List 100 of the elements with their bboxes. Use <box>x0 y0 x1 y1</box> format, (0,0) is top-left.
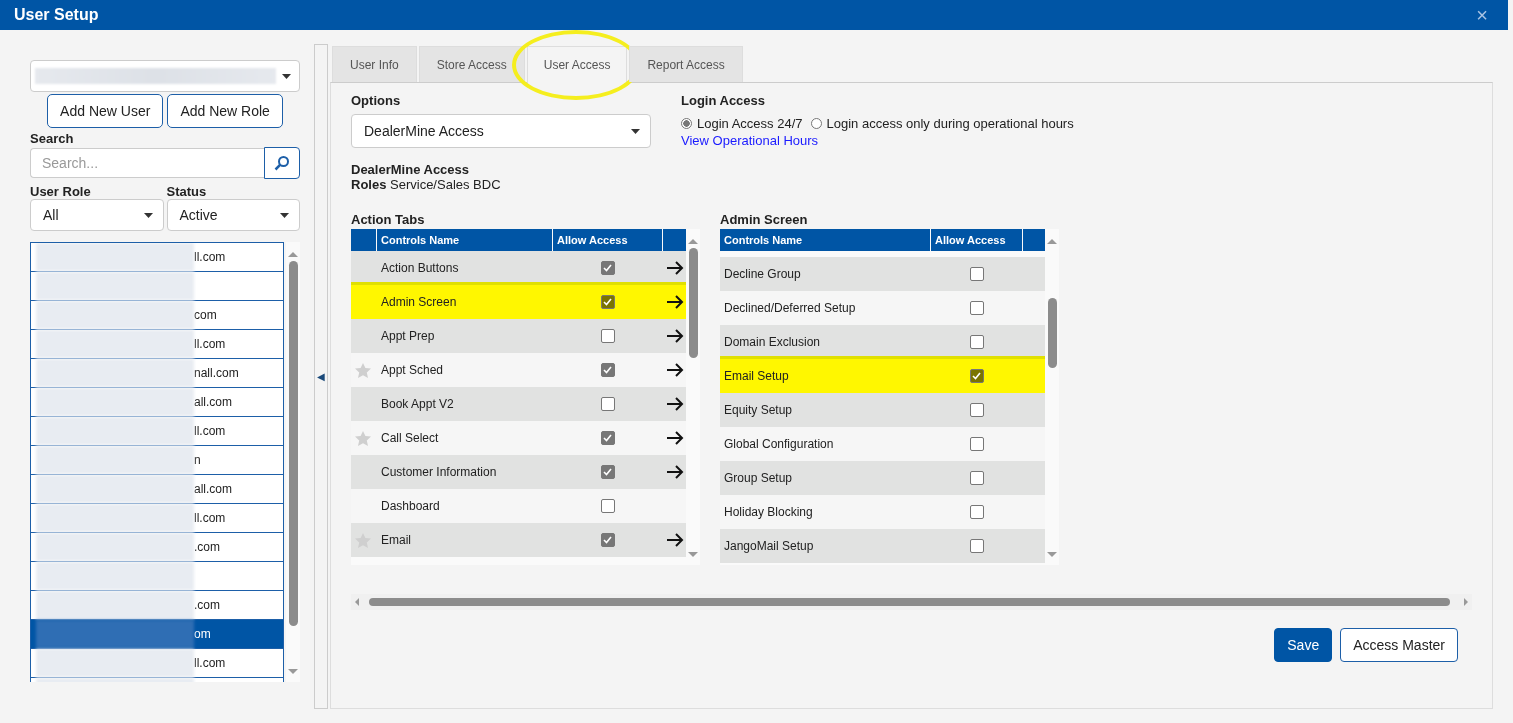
arrow-right-icon[interactable] <box>666 465 684 479</box>
arrow-right-icon[interactable] <box>666 533 684 547</box>
checkbox[interactable] <box>600 329 615 343</box>
add-button[interactable]: Add New Role <box>167 94 283 128</box>
radio-option[interactable]: Login access only during operational hours <box>810 116 1074 131</box>
checkbox[interactable] <box>600 363 615 377</box>
arrow-right-icon[interactable] <box>666 261 684 275</box>
tab[interactable]: User Access <box>526 46 628 83</box>
access-title: DealerMine Access <box>351 162 471 177</box>
user-list-item[interactable]: om <box>31 620 284 649</box>
checkbox[interactable] <box>600 465 615 479</box>
tab[interactable]: Report Access <box>629 46 743 82</box>
table-row[interactable]: Holiday Blocking <box>720 495 1045 529</box>
header-cell <box>351 229 376 251</box>
arrow-right-icon[interactable] <box>666 295 684 309</box>
checkbox[interactable] <box>969 437 984 451</box>
control-name: Book Appt V2 <box>381 397 454 411</box>
user-list-item[interactable]: .com <box>31 591 284 620</box>
email-text: ll.com <box>194 250 226 264</box>
checkbox[interactable] <box>600 499 615 513</box>
table-row[interactable]: JangoMail Setup <box>720 529 1045 563</box>
table-row[interactable]: Email Setup <box>720 359 1045 393</box>
user-list-item[interactable]: nall.com <box>31 359 284 388</box>
table-row[interactable]: Appt Prep <box>351 319 686 353</box>
table-title: Admin Screen <box>720 212 809 227</box>
table-row[interactable]: Decline Group <box>720 257 1045 291</box>
search-field[interactable]: Search... <box>30 148 264 178</box>
control-name: Appt Prep <box>381 329 435 343</box>
user-list-item[interactable]: com <box>31 301 284 330</box>
header-cell <box>663 229 687 251</box>
checkbox[interactable] <box>969 539 984 553</box>
user-list-item[interactable]: ll.com <box>31 243 284 272</box>
arrow-right-icon[interactable] <box>666 363 684 377</box>
user-role-dropdown[interactable]: All <box>30 199 164 231</box>
collapse-arrow[interactable]: ◀ <box>317 371 325 382</box>
view-hours-link[interactable]: View Operational Hours <box>681 133 1074 148</box>
checkbox[interactable] <box>969 471 984 485</box>
checkbox[interactable] <box>969 335 984 349</box>
column-header: Allow Access <box>553 229 662 251</box>
table-row[interactable]: Email <box>351 523 686 557</box>
user-list-item[interactable]: all.com <box>31 475 284 504</box>
user-list-item[interactable]: n <box>31 446 284 475</box>
arrow-right-icon[interactable] <box>666 329 684 343</box>
user-list-item[interactable]: ll.com <box>31 417 284 446</box>
horizontal-scrollbar[interactable] <box>351 594 1472 610</box>
checkbox[interactable] <box>600 397 615 411</box>
checkbox[interactable] <box>600 533 615 547</box>
search-icon <box>274 155 290 171</box>
table-row[interactable]: Call Select <box>351 421 686 455</box>
control-name: Email Setup <box>724 369 789 383</box>
arrow-right-icon[interactable] <box>666 431 684 445</box>
user-list-item[interactable]: all.com <box>31 388 284 417</box>
table-row[interactable]: Customer Information <box>351 455 686 489</box>
control-name: Dashboard <box>381 499 440 513</box>
caret-icon <box>631 128 640 134</box>
control-name: Holiday Blocking <box>724 505 813 519</box>
scrollbar[interactable] <box>286 242 300 682</box>
status-dropdown[interactable]: Active <box>166 199 300 231</box>
user-list-item[interactable]: ll.com <box>31 330 284 359</box>
arrow-right-icon[interactable] <box>666 397 684 411</box>
user-role-label: User Role <box>30 184 92 199</box>
save-button[interactable]: Save <box>1274 628 1333 662</box>
table-row[interactable]: Admin Screen <box>351 285 686 319</box>
user-list-item[interactable]: ll.com <box>31 504 284 533</box>
options-dropdown[interactable]: DealerMine Access <box>351 114 651 148</box>
checkbox[interactable] <box>969 267 984 281</box>
checkbox[interactable] <box>969 505 984 519</box>
checkbox[interactable] <box>600 295 615 309</box>
access-master-button[interactable]: Access Master <box>1340 628 1458 662</box>
checkbox[interactable] <box>600 261 615 275</box>
splitter-bar[interactable]: ◀ <box>314 44 328 709</box>
tab[interactable]: User Info <box>332 46 417 82</box>
checkbox[interactable] <box>969 369 984 383</box>
search-button[interactable] <box>264 147 300 179</box>
table-row[interactable]: Equity Setup <box>720 393 1045 427</box>
column-header: Controls Name <box>720 229 930 251</box>
table-row[interactable]: Appt Sched <box>351 353 686 387</box>
control-name: Decline Group <box>724 267 801 281</box>
user-list-item[interactable]: .com <box>31 533 284 562</box>
table-row[interactable]: Domain Exclusion <box>720 325 1045 359</box>
table-row[interactable]: Book Appt V2 <box>351 387 686 421</box>
table-row[interactable]: Dashboard <box>351 489 686 523</box>
header-cell <box>1023 229 1045 251</box>
checkbox[interactable] <box>969 403 984 417</box>
email-text: com <box>194 308 217 322</box>
checkbox[interactable] <box>600 431 615 445</box>
table-title: Action Tabs <box>351 212 426 227</box>
table-row[interactable]: Global Configuration <box>720 427 1045 461</box>
user-list-item[interactable]: ll.com <box>31 649 284 678</box>
add-button[interactable]: Add New User <box>47 94 164 128</box>
radio-option[interactable]: Login Access 24/7 <box>681 116 803 131</box>
table-row[interactable]: Action Buttons <box>351 251 686 285</box>
control-name: JangoMail Setup <box>724 539 814 553</box>
tab[interactable]: Store Access <box>418 46 525 82</box>
table-row[interactable]: Declined/Deferred Setup <box>720 291 1045 325</box>
email-text: all.com <box>194 395 232 409</box>
caret-icon <box>282 73 291 79</box>
table-row[interactable]: Group Setup <box>720 461 1045 495</box>
close-button[interactable]: × <box>1470 5 1494 25</box>
checkbox[interactable] <box>969 301 984 315</box>
